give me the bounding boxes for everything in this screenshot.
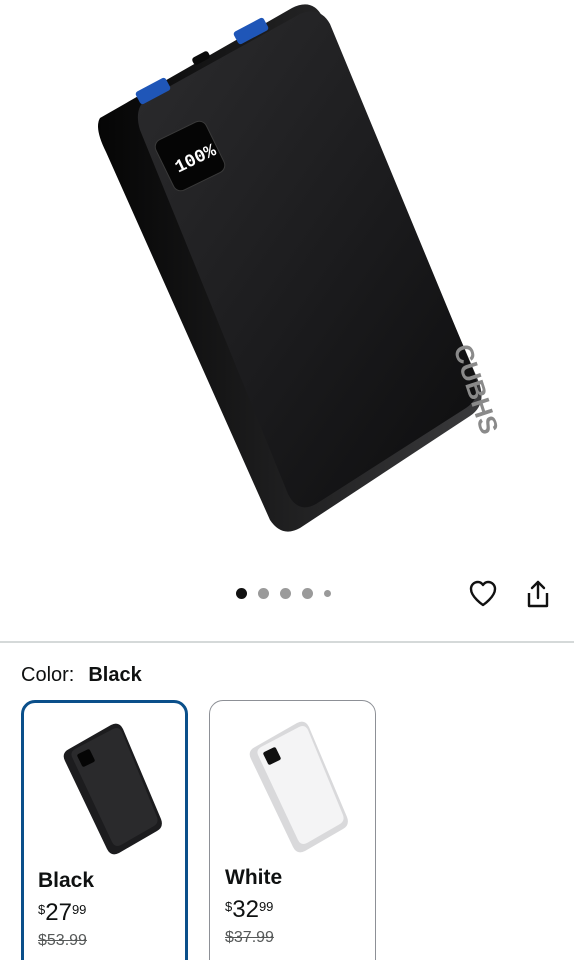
swatch-name: White bbox=[225, 866, 283, 889]
price-whole: 32 bbox=[232, 896, 259, 923]
price-cents: 99 bbox=[258, 899, 274, 914]
heart-icon[interactable] bbox=[465, 576, 501, 612]
price-currency: $ bbox=[38, 902, 46, 917]
carousel-dot[interactable] bbox=[280, 588, 291, 599]
section-divider bbox=[0, 641, 574, 643]
color-value: Black bbox=[88, 664, 142, 686]
carousel-dot[interactable] bbox=[324, 590, 331, 597]
price-cents: 99 bbox=[71, 902, 87, 917]
product-image[interactable]: 100% CUBHS bbox=[0, 0, 574, 570]
carousel-dot[interactable] bbox=[258, 588, 269, 599]
carousel-dots[interactable] bbox=[236, 588, 331, 599]
swatch-name: Black bbox=[38, 869, 95, 892]
carousel-dot[interactable] bbox=[302, 588, 313, 599]
swatch-price: $ 27 99 bbox=[38, 899, 86, 927]
black-variant-thumbnail bbox=[63, 723, 162, 855]
carousel-dot-active[interactable] bbox=[236, 588, 247, 599]
price-currency: $ bbox=[225, 899, 233, 914]
price-whole: 27 bbox=[45, 899, 72, 926]
color-label: Color: bbox=[21, 664, 75, 686]
color-swatch-white[interactable]: White $ 32 99 $37.99 bbox=[209, 700, 376, 960]
swatch-list-price: $37.99 bbox=[225, 929, 274, 946]
color-swatch-black[interactable]: Black $ 27 99 $53.99 bbox=[21, 700, 188, 960]
share-icon[interactable] bbox=[520, 576, 556, 612]
white-variant-thumbnail bbox=[249, 721, 348, 853]
color-selector-label: Color: Black bbox=[21, 664, 142, 687]
swatch-list-price: $53.99 bbox=[38, 932, 87, 949]
swatch-price: $ 32 99 bbox=[225, 896, 273, 924]
product-image-gallery[interactable]: 100% CUBHS bbox=[0, 0, 574, 640]
